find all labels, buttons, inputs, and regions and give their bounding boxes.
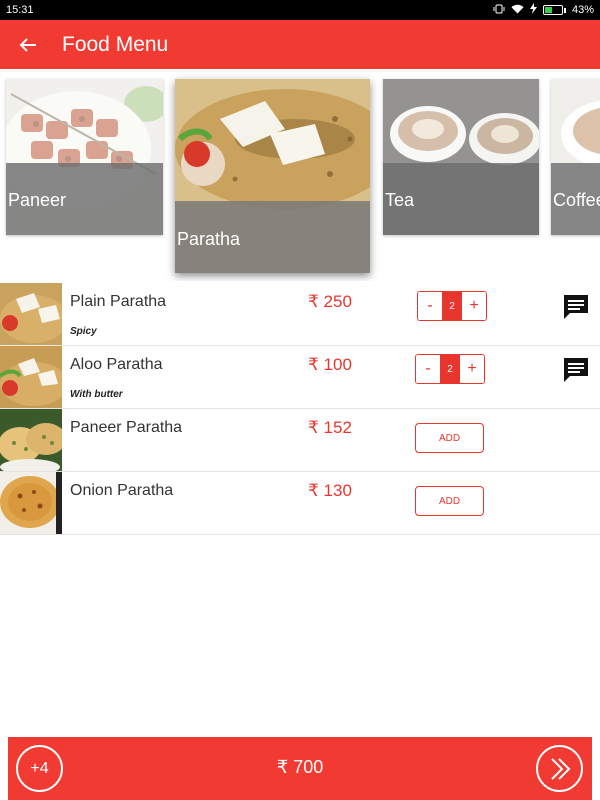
category-card-paratha[interactable]: Paratha [175,79,370,273]
quantity-value: 2 [442,292,462,320]
item-price: ₹ 152 [308,418,352,437]
comment-icon[interactable] [562,293,590,321]
app-bar: Food Menu [0,20,600,69]
vibrate-icon [493,4,505,17]
category-carousel[interactable]: Paneer Paratha Tea Coffe [0,69,600,281]
item-price: ₹ 250 [308,292,352,311]
item-thumbnail [0,472,62,534]
battery-icon [542,5,566,15]
menu-item-list: Plain Paratha Spicy ₹ 250 - 2 + Aloo Par… [0,283,600,535]
item-name: Plain Paratha [70,293,167,310]
add-button[interactable]: ADD [415,486,484,516]
status-time: 15:31 [6,4,34,16]
item-price: ₹ 100 [308,355,352,374]
increment-button[interactable]: + [460,355,484,383]
item-name: Aloo Paratha [70,356,163,373]
increment-button[interactable]: + [462,292,486,320]
item-note: With butter [70,389,123,400]
page-title: Food Menu [62,32,169,56]
category-card-tea[interactable]: Tea [383,79,539,235]
category-label: Tea [385,190,415,210]
back-button[interactable] [0,20,56,69]
add-button[interactable]: ADD [415,423,484,453]
item-name: Paneer Paratha [70,419,183,436]
quantity-value: 2 [440,355,460,383]
double-chevron-right-icon [550,757,570,780]
decrement-button[interactable]: - [418,292,442,320]
decrement-button[interactable]: - [416,355,440,383]
arrow-left-icon [19,37,36,52]
list-item[interactable]: Aloo Paratha With butter ₹ 100 - 2 + [0,346,600,409]
item-thumbnail [0,283,62,345]
item-thumbnail [0,346,62,408]
next-button[interactable] [536,745,583,792]
charging-icon [529,3,537,17]
category-label: Paratha [177,229,241,249]
list-item[interactable]: Paneer Paratha ₹ 152 ADD [0,409,600,472]
item-name: Onion Paratha [70,482,174,499]
comment-icon[interactable] [562,356,590,384]
item-thumbnail [0,409,62,471]
category-card-coffee[interactable]: Coffee [551,79,600,235]
list-item[interactable]: Onion Paratha ₹ 130 ADD [0,472,600,535]
cart-total: ₹ 700 [276,757,324,777]
category-label: Coffee [553,190,600,210]
quantity-stepper[interactable]: - 2 + [415,354,485,384]
list-item[interactable]: Plain Paratha Spicy ₹ 250 - 2 + [0,283,600,346]
category-label: Paneer [8,190,67,210]
battery-percent: 43% [571,4,594,16]
wifi-icon [511,4,524,17]
status-bar: 15:31 43% [0,0,600,20]
cart-bar[interactable]: +4 ₹ 700 [8,737,592,800]
category-card-paneer[interactable]: Paneer [6,79,163,235]
quantity-stepper[interactable]: - 2 + [417,291,487,321]
item-note: Spicy [70,326,97,337]
item-price: ₹ 130 [308,481,352,500]
